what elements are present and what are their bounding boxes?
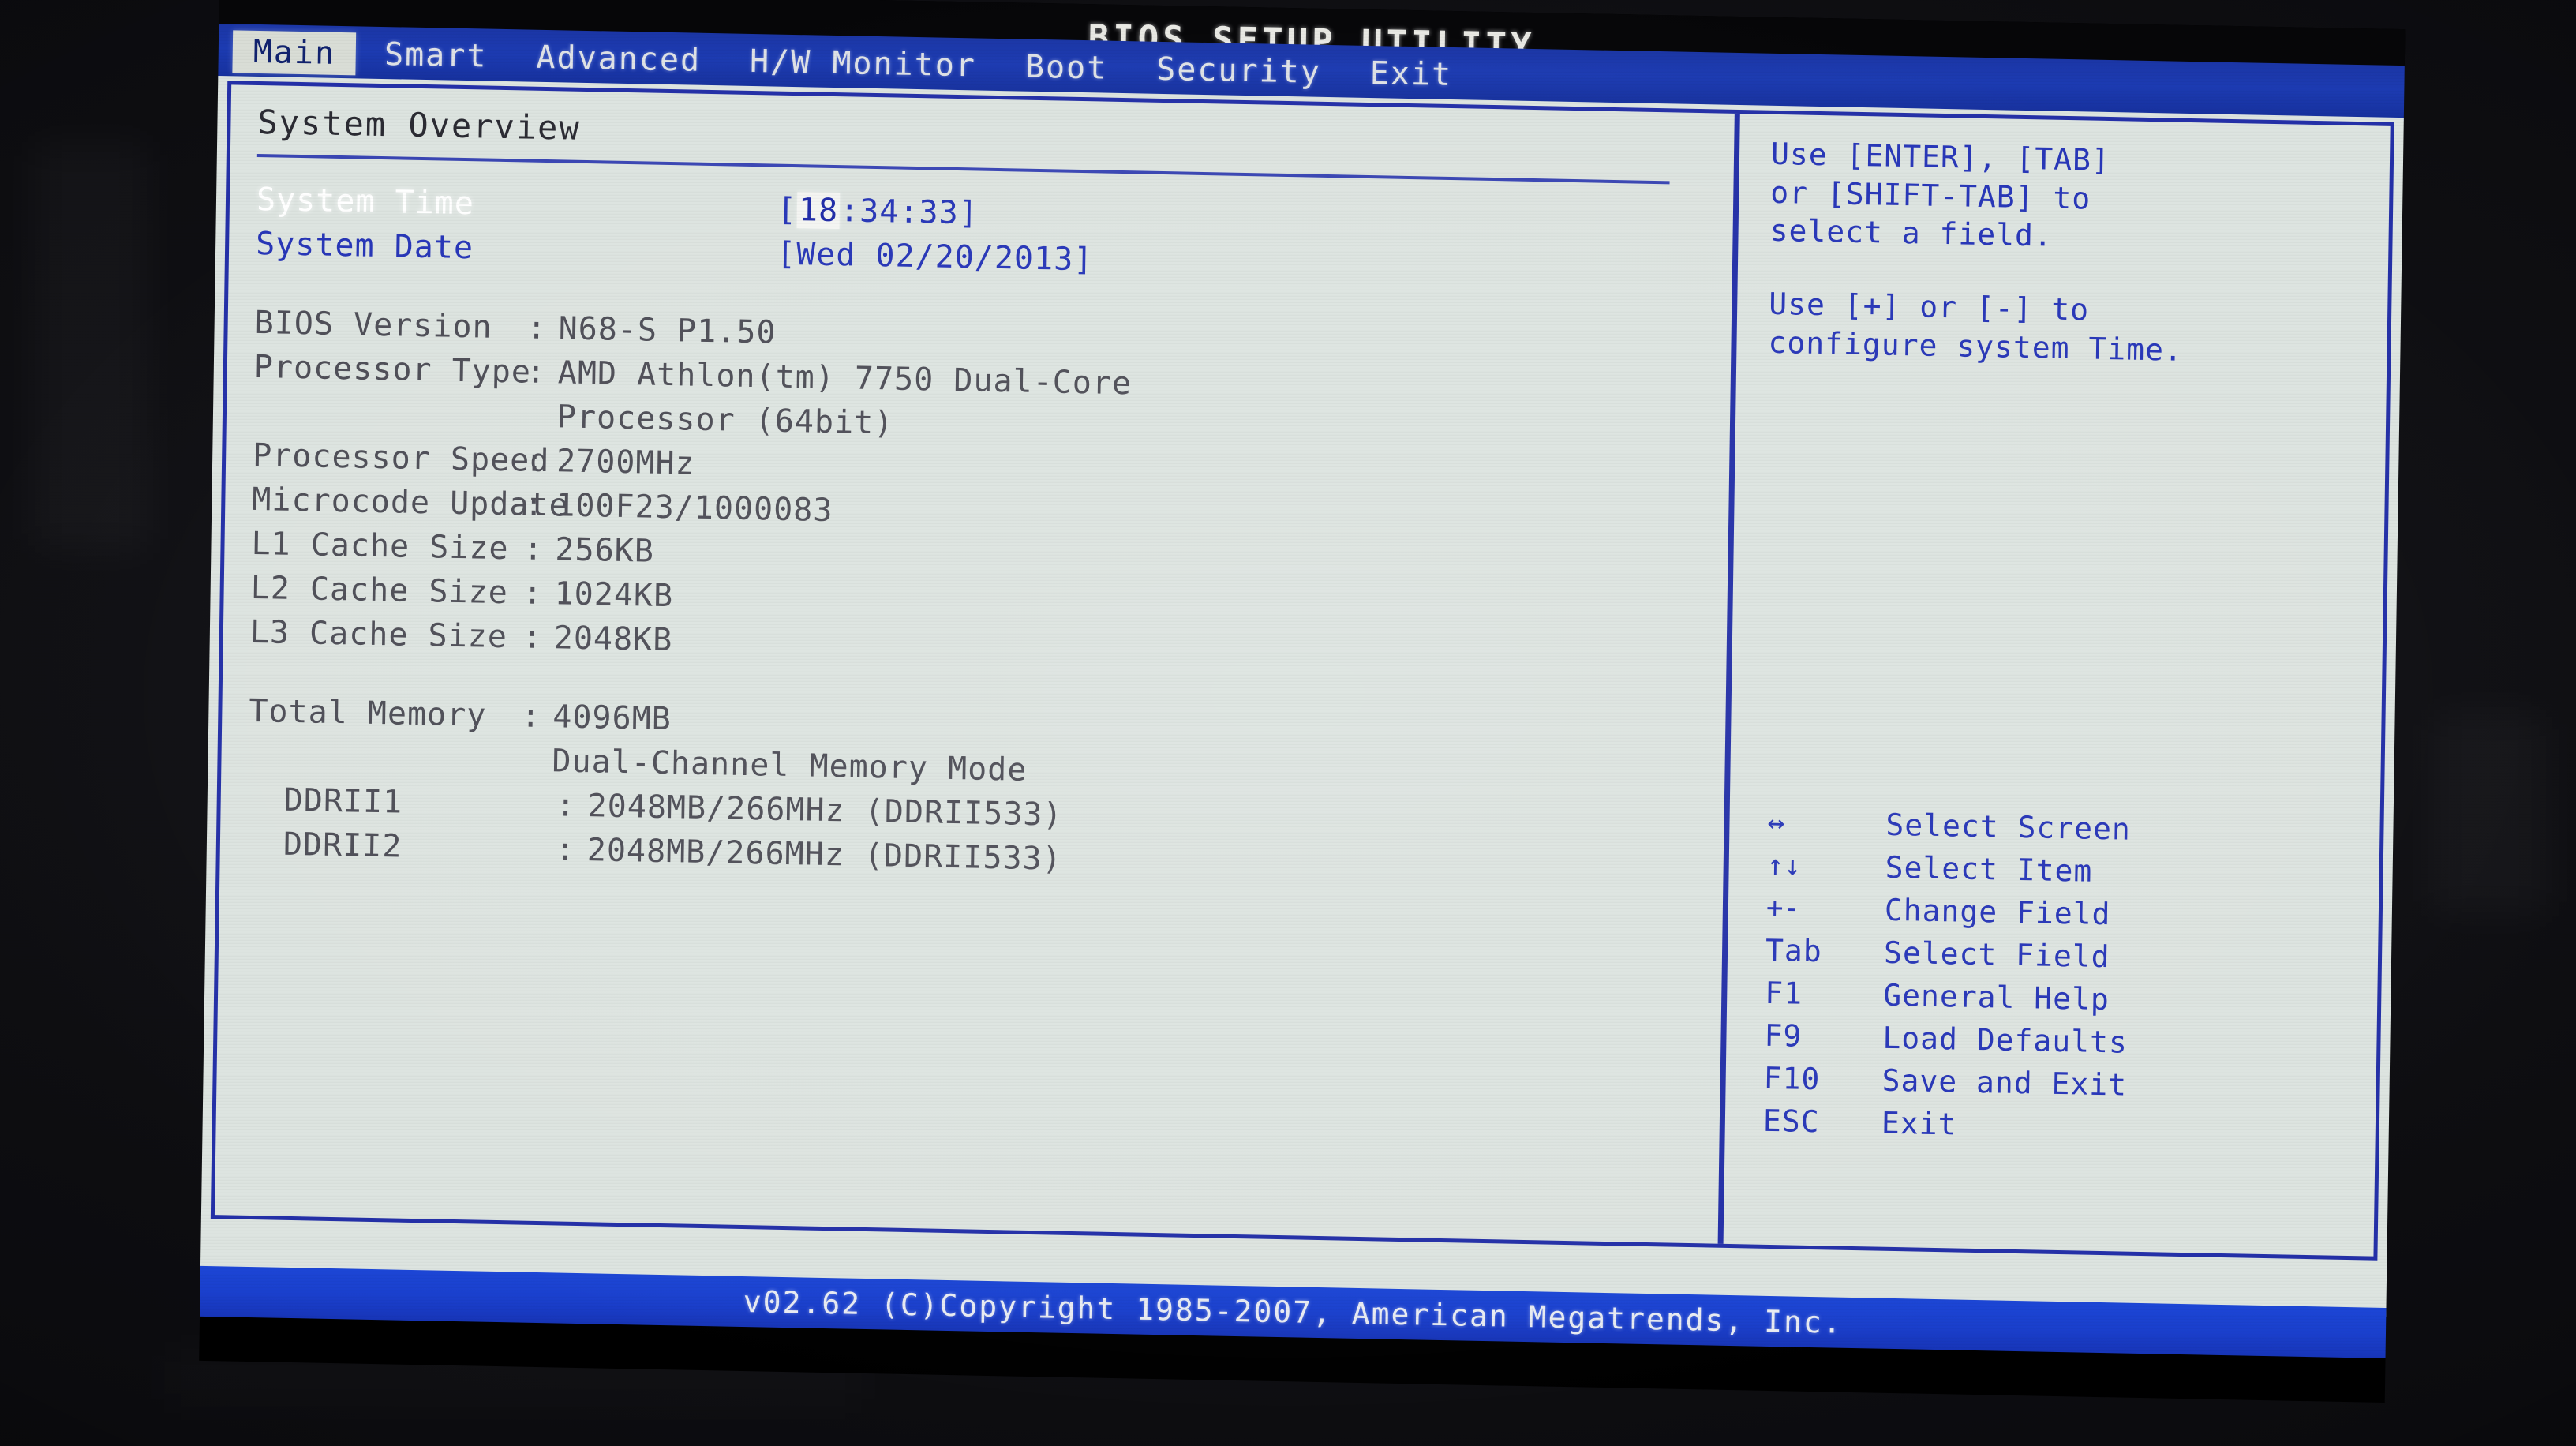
key-legend-label: Select Item	[1885, 849, 2093, 889]
esc-key-icon: ESC	[1762, 1103, 1820, 1140]
tab-main[interactable]: Main	[232, 30, 357, 76]
memory-colon: :	[555, 831, 576, 868]
system-date-value[interactable]: [Wed 02/20/2013]	[777, 236, 1094, 279]
info-label: L2 Cache Size	[250, 569, 509, 612]
f10-key-icon: F10	[1763, 1060, 1821, 1097]
info-label: L1 Cache Size	[251, 525, 509, 568]
memory-label: DDRII2	[283, 826, 402, 865]
memory-colon	[521, 760, 552, 761]
info-label: Processor Speed	[252, 436, 550, 480]
tab-key-icon: Tab	[1765, 932, 1823, 969]
tab-smart[interactable]: Smart	[364, 33, 508, 78]
system-time-label: System Time	[256, 181, 475, 223]
help-paragraph-select-field: Use [ENTER], [TAB] or [SHIFT-TAB] to sel…	[1769, 135, 2374, 262]
key-legend-label: Select Field	[1883, 935, 2110, 975]
system-overview-panel: System Overview System Time [18:34:33] S…	[215, 84, 1735, 1243]
info-colon: :	[526, 309, 548, 347]
key-legend-label: Change Field	[1884, 892, 2111, 932]
key-legend-label: Exit	[1881, 1105, 1957, 1142]
memory-colon: :	[521, 698, 541, 735]
left-right-arrow-icon: ↔	[1767, 806, 1785, 839]
content-body: System Overview System Time [18:34:33] S…	[200, 75, 2404, 1317]
tab-hw-monitor[interactable]: H/W Monitor	[729, 39, 998, 88]
memory-colon: :	[556, 787, 577, 824]
key-legend-label: General Help	[1882, 977, 2110, 1017]
content-frame: System Overview System Time [18:34:33] S…	[210, 81, 2394, 1261]
key-legend-label: Load Defaults	[1882, 1020, 2129, 1060]
info-label: Processor Type	[253, 348, 532, 391]
up-down-arrow-icon: ↑↓	[1766, 848, 1802, 882]
memory-label: Total Memory	[249, 692, 487, 734]
info-colon: :	[524, 442, 545, 480]
info-colon: :	[522, 575, 544, 612]
info-colon: :	[523, 530, 544, 568]
f1-key-icon: F1	[1764, 975, 1803, 1011]
bracket-close: ]	[958, 195, 979, 232]
tab-advanced[interactable]: Advanced	[515, 36, 721, 82]
bezel-reflection	[2431, 710, 2549, 916]
system-time-hours[interactable]: 18	[796, 192, 841, 230]
help-paragraph-configure-time: Use [+] or [-] to configure system Time.	[1768, 285, 2372, 373]
bezel-reflection	[32, 142, 150, 553]
tab-security[interactable]: Security	[1136, 47, 1342, 94]
key-legend-label: Select Screen	[1885, 807, 2132, 847]
key-legend: ↔ Select Screen ↑↓ Select Item +- Change…	[1757, 801, 2368, 1154]
info-label	[253, 411, 526, 417]
key-legend-label: Save and Exit	[1881, 1062, 2128, 1103]
info-label: L3 Cache Size	[249, 613, 508, 656]
info-label: BIOS Version	[254, 304, 492, 346]
monitor-photo-background: BIOS SETUP UTILITY Main Smart Advanced H…	[0, 0, 2576, 1446]
bios-screen: BIOS SETUP UTILITY Main Smart Advanced H…	[199, 0, 2406, 1403]
memory-label	[249, 755, 521, 761]
info-label: Microcode Update	[252, 481, 569, 524]
help-panel: Use [ENTER], [TAB] or [SHIFT-TAB] to sel…	[1724, 114, 2391, 1257]
plus-minus-icon: +-	[1765, 891, 1801, 925]
info-colon: :	[523, 486, 545, 524]
tab-exit[interactable]: Exit	[1349, 52, 1473, 97]
memory-label: DDRII1	[283, 781, 403, 821]
info-colon: :	[526, 354, 547, 391]
info-colon	[526, 417, 557, 418]
f9-key-icon: F9	[1764, 1017, 1803, 1054]
system-time-rest: :34:33	[839, 193, 959, 232]
system-time-value[interactable]: [18:34:33]	[777, 192, 979, 232]
tab-boot[interactable]: Boot	[1005, 45, 1129, 90]
bracket-open: [	[777, 191, 798, 229]
system-date-label: System Date	[255, 225, 474, 267]
info-colon: :	[522, 619, 543, 656]
